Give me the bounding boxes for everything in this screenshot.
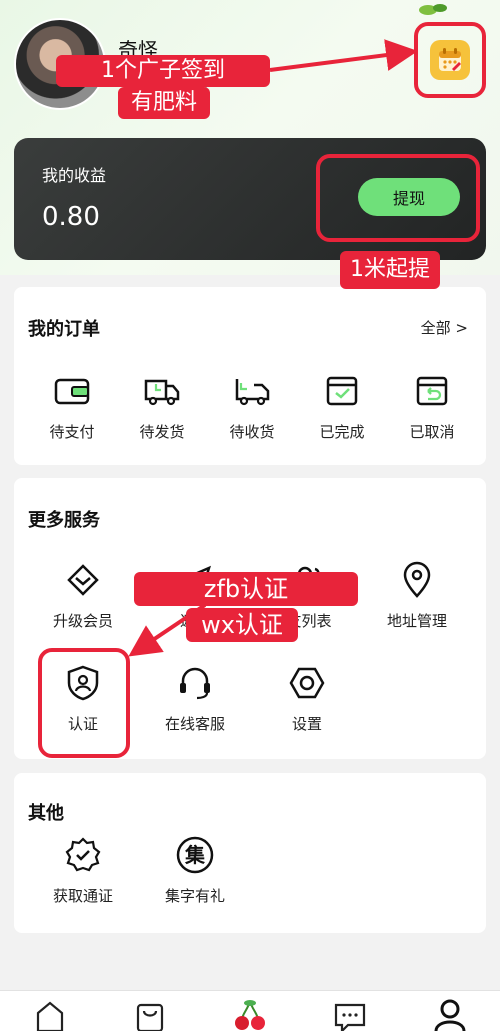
- tab-shop[interactable]: [130, 997, 170, 1031]
- cherry-icon: [235, 1000, 265, 1030]
- bottom-tab-bar: [0, 990, 500, 1031]
- sign-in-arrow: [269, 39, 418, 72]
- shop-bag-icon: [136, 1003, 164, 1031]
- sign-in-note-line1: 1个广子签到: [56, 55, 270, 87]
- home-icon: [36, 1001, 64, 1031]
- withdraw-note: 1米起提: [340, 251, 440, 289]
- annotation-arrows: [128, 39, 418, 657]
- tab-profile[interactable]: [430, 997, 470, 1031]
- verify-note-line1: zfb认证: [134, 572, 358, 606]
- tab-messages[interactable]: [330, 997, 370, 1031]
- tab-home[interactable]: [30, 997, 70, 1031]
- verify-note-line2: wx认证: [186, 608, 298, 642]
- message-icon: [334, 1003, 366, 1031]
- tab-cherry[interactable]: [230, 997, 270, 1031]
- profile-icon: [434, 999, 466, 1031]
- sign-in-note-line2: 有肥料: [118, 87, 210, 119]
